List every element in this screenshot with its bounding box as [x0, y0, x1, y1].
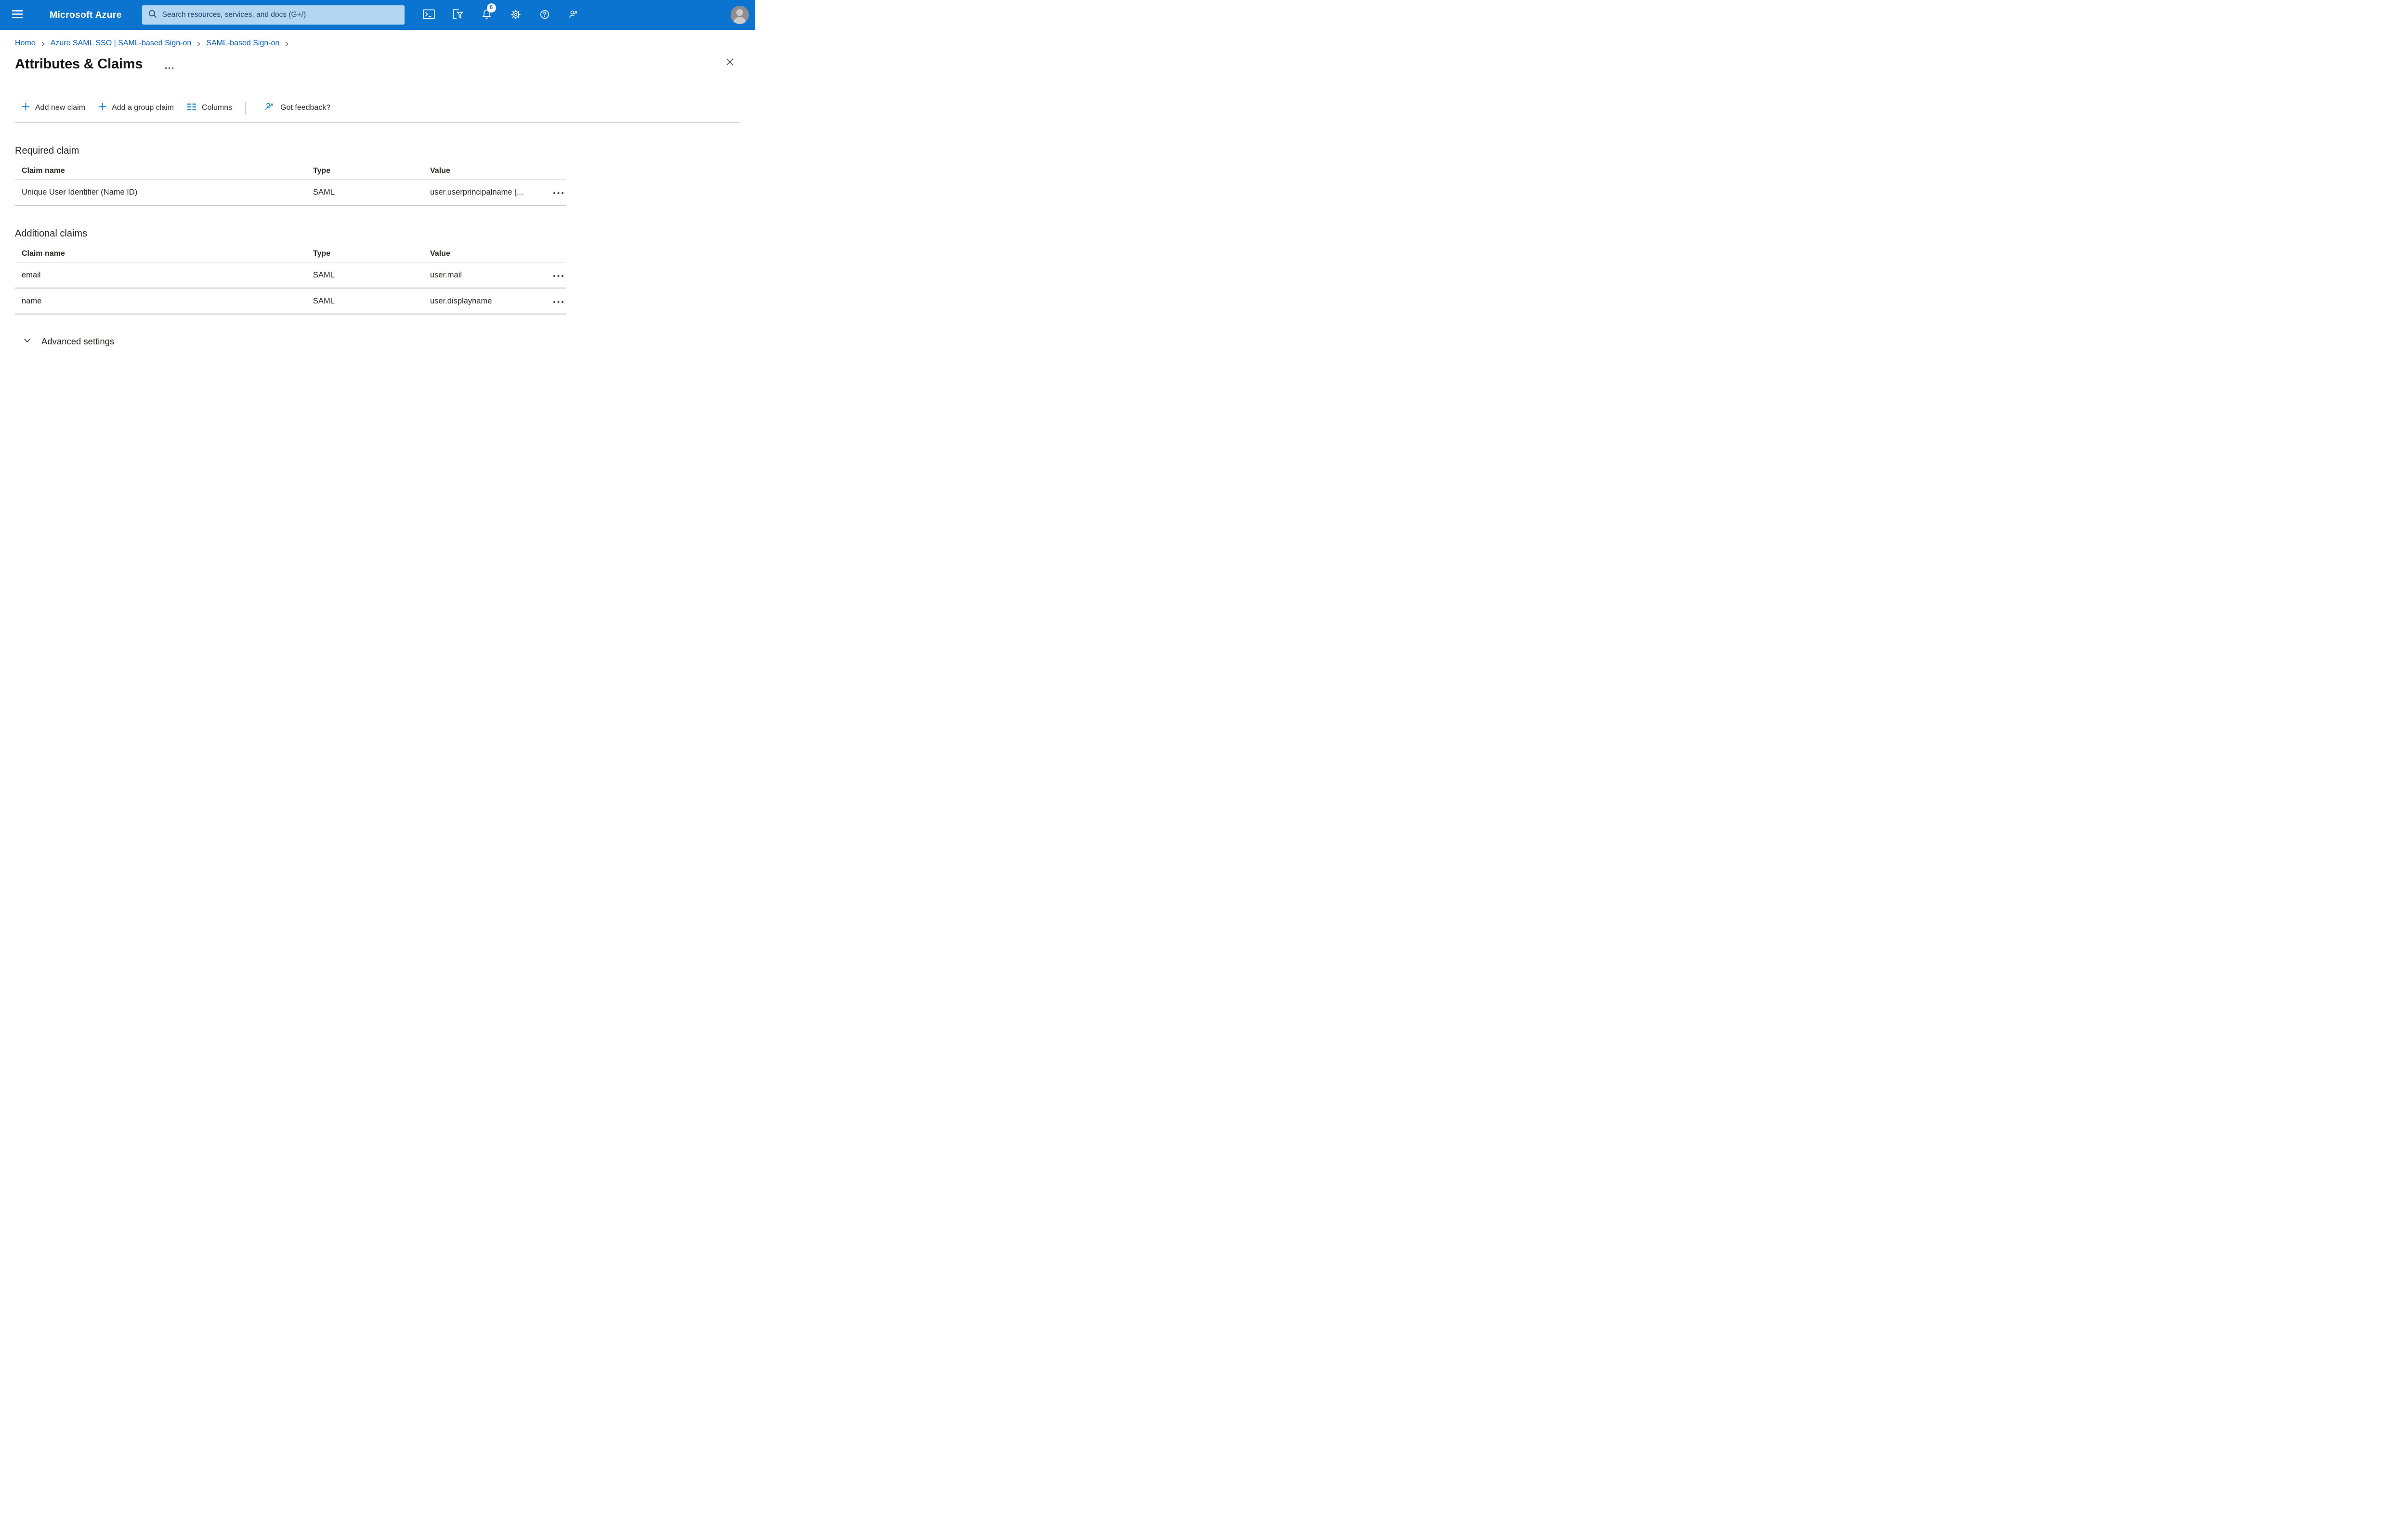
got-feedback-button[interactable]: Got feedback? [264, 101, 330, 115]
columns-icon [187, 103, 196, 113]
columns-label: Columns [202, 104, 233, 112]
more-options-button[interactable] [163, 62, 176, 73]
required-claim-heading: Required claim [15, 145, 79, 156]
avatar-shoulders [733, 17, 746, 24]
breadcrumb-saml-signon[interactable]: SAML-based Sign-on [206, 39, 279, 48]
claim-name-cell: Unique User Identifier (Name ID) [22, 187, 138, 197]
notifications-button[interactable]: 6 [472, 0, 501, 30]
got-feedback-label: Got feedback? [280, 104, 331, 112]
ellipsis-icon [553, 298, 564, 305]
settings-button[interactable] [501, 0, 530, 30]
table-row[interactable]: Unique User Identifier (Name ID) SAML us… [15, 180, 566, 206]
topbar: Microsoft Azure Search resources, servic… [0, 0, 755, 30]
add-group-claim-label: Add a group claim [112, 104, 174, 112]
advanced-settings-toggle[interactable]: Advanced settings [23, 336, 114, 347]
search-icon [148, 9, 157, 21]
page-title: Attributes & Claims [15, 56, 143, 72]
hamburger-menu-button[interactable] [0, 0, 35, 30]
more-options-icon [165, 64, 174, 71]
column-header-claim-name: Claim name [22, 249, 65, 258]
plus-icon [98, 103, 106, 113]
claim-type-cell: SAML [313, 296, 335, 305]
additional-claims-heading: Additional claims [15, 228, 88, 239]
cloud-shell-icon [423, 9, 435, 21]
gear-icon [510, 9, 522, 22]
cloud-shell-button[interactable] [415, 0, 444, 30]
columns-button[interactable]: Columns [187, 103, 232, 113]
table-header-row: Claim name Type Value [15, 162, 566, 180]
hamburger-icon [12, 10, 23, 20]
global-search [142, 5, 405, 25]
chevron-down-icon [23, 336, 32, 347]
claim-name-cell: email [22, 270, 41, 279]
feedback-person-icon [264, 101, 275, 115]
advanced-settings-label: Advanced settings [41, 336, 115, 346]
add-new-claim-label: Add new claim [35, 104, 86, 112]
row-context-menu-button[interactable] [552, 295, 565, 308]
close-icon [725, 58, 735, 68]
avatar[interactable] [731, 6, 749, 24]
chevron-right-icon [196, 41, 202, 47]
close-blade-button[interactable] [723, 55, 737, 70]
topbar-actions: 6 [415, 0, 588, 30]
claim-type-cell: SAML [313, 270, 335, 279]
help-button[interactable] [530, 0, 559, 30]
add-group-claim-button[interactable]: Add a group claim [98, 103, 174, 113]
column-header-type: Type [313, 166, 331, 175]
table-row[interactable]: name SAML user.displayname [15, 289, 566, 315]
table-header-row: Claim name Type Value [15, 245, 566, 263]
column-header-value: Value [430, 249, 450, 258]
claim-type-cell: SAML [313, 187, 335, 197]
row-context-menu-button[interactable] [552, 269, 565, 282]
notification-badge: 6 [486, 3, 496, 13]
title-row: Attributes & Claims [15, 54, 755, 74]
add-new-claim-button[interactable]: Add new claim [22, 103, 85, 113]
claim-name-cell: name [22, 296, 42, 305]
feedback-button[interactable] [559, 0, 588, 30]
chevron-right-icon [284, 41, 290, 47]
toolbar-divider [15, 122, 740, 123]
avatar-head [736, 9, 743, 16]
chevron-right-icon [40, 41, 46, 47]
row-context-menu-button[interactable] [552, 186, 565, 199]
column-header-type: Type [313, 249, 331, 258]
required-claim-table: Claim name Type Value Unique User Identi… [15, 162, 566, 206]
azure-brand[interactable]: Microsoft Azure [50, 10, 122, 21]
toolbar-separator [245, 101, 246, 115]
table-row[interactable]: email SAML user.mail [15, 263, 566, 289]
search-input[interactable] [162, 11, 399, 19]
claim-value-cell: user.userprincipalname [... [430, 187, 523, 197]
command-bar: Add new claim Add a group claim Columns [22, 101, 755, 115]
breadcrumb-app-signon[interactable]: Azure SAML SSO | SAML-based Sign-on [51, 39, 192, 48]
additional-claims-table: Claim name Type Value email SAML user.ma… [15, 245, 566, 315]
column-header-claim-name: Claim name [22, 166, 65, 175]
directory-filter-button[interactable] [444, 0, 472, 30]
directory-filter-icon [452, 9, 464, 21]
breadcrumb: Home Azure SAML SSO | SAML-based Sign-on… [15, 39, 755, 48]
ellipsis-icon [553, 272, 564, 279]
breadcrumb-home[interactable]: Home [15, 39, 36, 48]
plus-icon [22, 103, 30, 113]
claim-value-cell: user.displayname [430, 296, 492, 305]
ellipsis-icon [553, 189, 564, 196]
help-icon [539, 9, 550, 22]
claim-value-cell: user.mail [430, 270, 462, 279]
column-header-value: Value [430, 166, 450, 175]
feedback-person-icon [568, 9, 579, 22]
